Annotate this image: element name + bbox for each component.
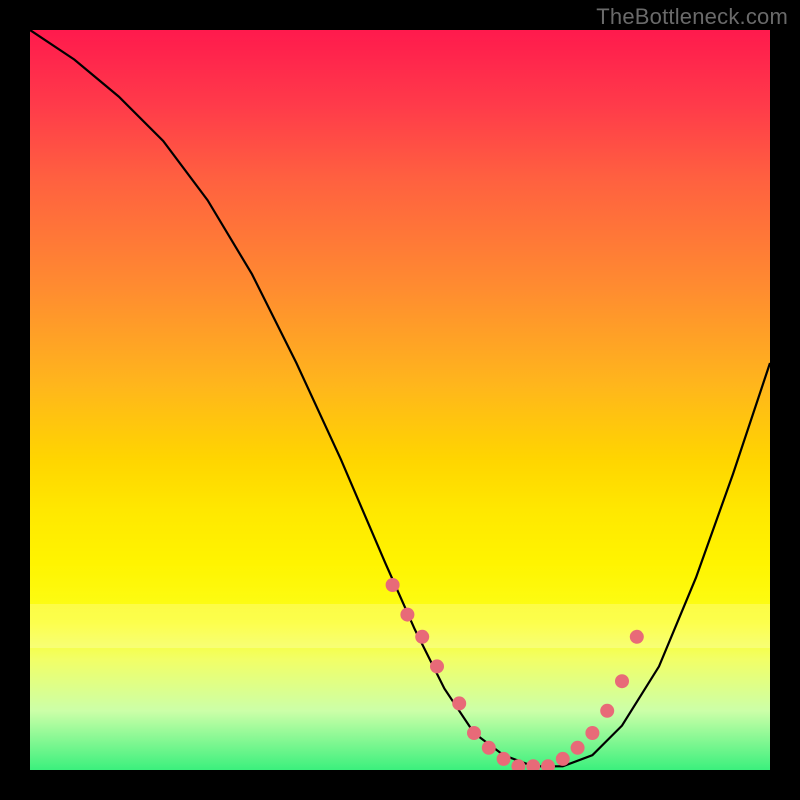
marker-dot — [430, 659, 444, 673]
marker-dot — [400, 608, 414, 622]
marker-dot — [541, 759, 555, 770]
marker-dot — [630, 630, 644, 644]
marker-dot — [386, 578, 400, 592]
plot-area — [30, 30, 770, 770]
marker-dot — [482, 741, 496, 755]
marker-dot — [556, 752, 570, 766]
marker-dot — [526, 759, 540, 770]
marker-dot — [615, 674, 629, 688]
chart-frame: TheBottleneck.com — [0, 0, 800, 800]
chart-svg — [30, 30, 770, 770]
marker-dot — [585, 726, 599, 740]
marker-dot — [452, 696, 466, 710]
marker-dot — [497, 752, 511, 766]
marker-dot — [415, 630, 429, 644]
marker-dot — [571, 741, 585, 755]
marker-dot — [511, 759, 525, 770]
marker-dot — [600, 704, 614, 718]
attribution-text: TheBottleneck.com — [596, 4, 788, 30]
curve-line — [30, 30, 770, 766]
marker-dot — [467, 726, 481, 740]
